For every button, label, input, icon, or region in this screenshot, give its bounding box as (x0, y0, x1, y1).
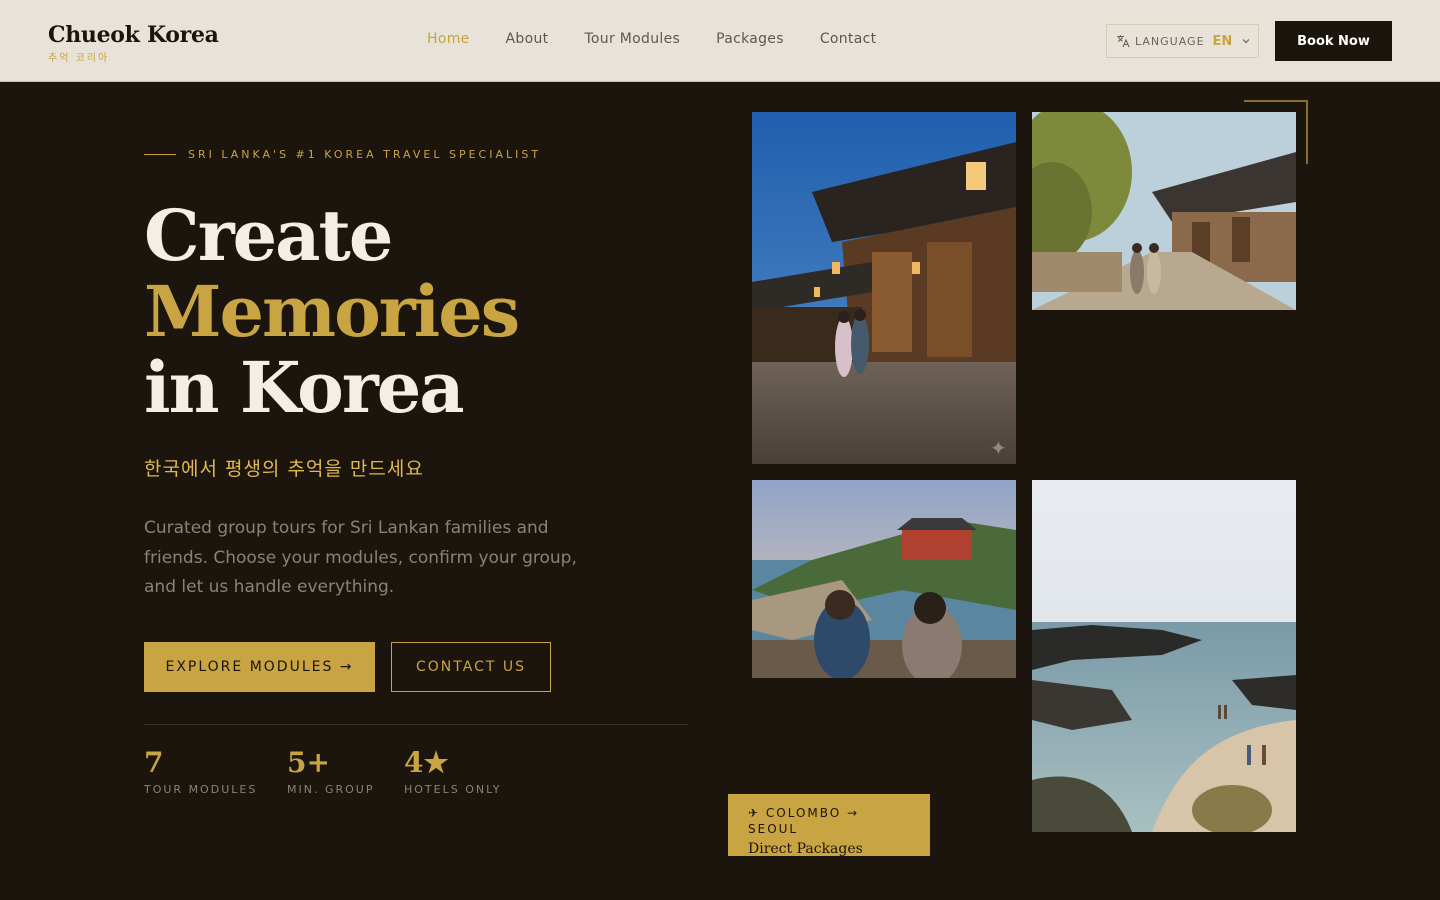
contact-us-button[interactable]: CONTACT US (391, 642, 551, 692)
stat-min-group: 5+ MIN. GROUP (287, 745, 374, 796)
eyebrow-text: SRI LANKA'S #1 KOREA TRAVEL SPECIALIST (188, 148, 541, 161)
photo-hanok-dusk (752, 112, 1016, 464)
nav-packages[interactable]: Packages (716, 31, 784, 47)
headline-line-1: Create (144, 198, 518, 274)
hero-headline: Create Memories in Korea (144, 198, 518, 426)
nav-tour-modules[interactable]: Tour Modules (584, 31, 680, 47)
korean-tagline: 한국에서 평생의 추억을 만드세요 (144, 454, 424, 481)
language-code: EN (1213, 34, 1233, 49)
logo[interactable]: Chueok Korea 추억 코리아 (48, 22, 219, 64)
language-label: LANGUAGE (1135, 35, 1205, 48)
photo-coastal-temple (752, 480, 1016, 678)
logo-main-text: Chueok Korea (48, 22, 219, 48)
headline-line-3: in Korea (144, 350, 518, 426)
translate-icon (1116, 34, 1130, 48)
chevron-down-icon (1241, 36, 1251, 46)
eyebrow-line (144, 154, 176, 155)
explore-modules-button[interactable]: EXPLORE MODULES → (144, 642, 375, 692)
site-header: Chueok Korea 추억 코리아 Home About Tour Modu… (0, 0, 1440, 82)
stat-label: MIN. GROUP (287, 783, 374, 796)
stat-value: 4★ (404, 745, 501, 781)
language-selector[interactable]: LANGUAGE EN (1106, 24, 1259, 58)
stat-tour-modules: 7 TOUR MODULES (144, 745, 257, 796)
nav-contact[interactable]: Contact (820, 31, 877, 47)
stat-value: 5+ (287, 745, 374, 781)
hero-eyebrow: SRI LANKA'S #1 KOREA TRAVEL SPECIALIST (144, 148, 541, 161)
sparkle-icon: ✦ (990, 436, 1007, 461)
photo-hanok-village (1032, 112, 1296, 310)
hero-description: Curated group tours for Sri Lankan famil… (144, 514, 584, 603)
route-card[interactable]: ✈ COLOMBO → SEOUL Direct Packages (728, 794, 930, 856)
nav-about[interactable]: About (506, 31, 549, 47)
logo-korean-text: 추억 코리아 (48, 49, 219, 64)
book-now-button[interactable]: Book Now (1275, 21, 1392, 61)
stat-label: TOUR MODULES (144, 783, 257, 796)
main-nav: Home About Tour Modules Packages Contact (427, 31, 876, 47)
nav-home[interactable]: Home (427, 31, 470, 47)
headline-line-2: Memories (144, 274, 518, 350)
stat-label: HOTELS ONLY (404, 783, 501, 796)
route-card-subtitle: Direct Packages (748, 841, 910, 857)
stats-divider (144, 724, 688, 725)
photo-jeju-beach (1032, 480, 1296, 832)
stat-value: 7 (144, 745, 257, 781)
route-card-title: ✈ COLOMBO → SEOUL (748, 805, 910, 837)
stat-hotels: 4★ HOTELS ONLY (404, 745, 501, 796)
